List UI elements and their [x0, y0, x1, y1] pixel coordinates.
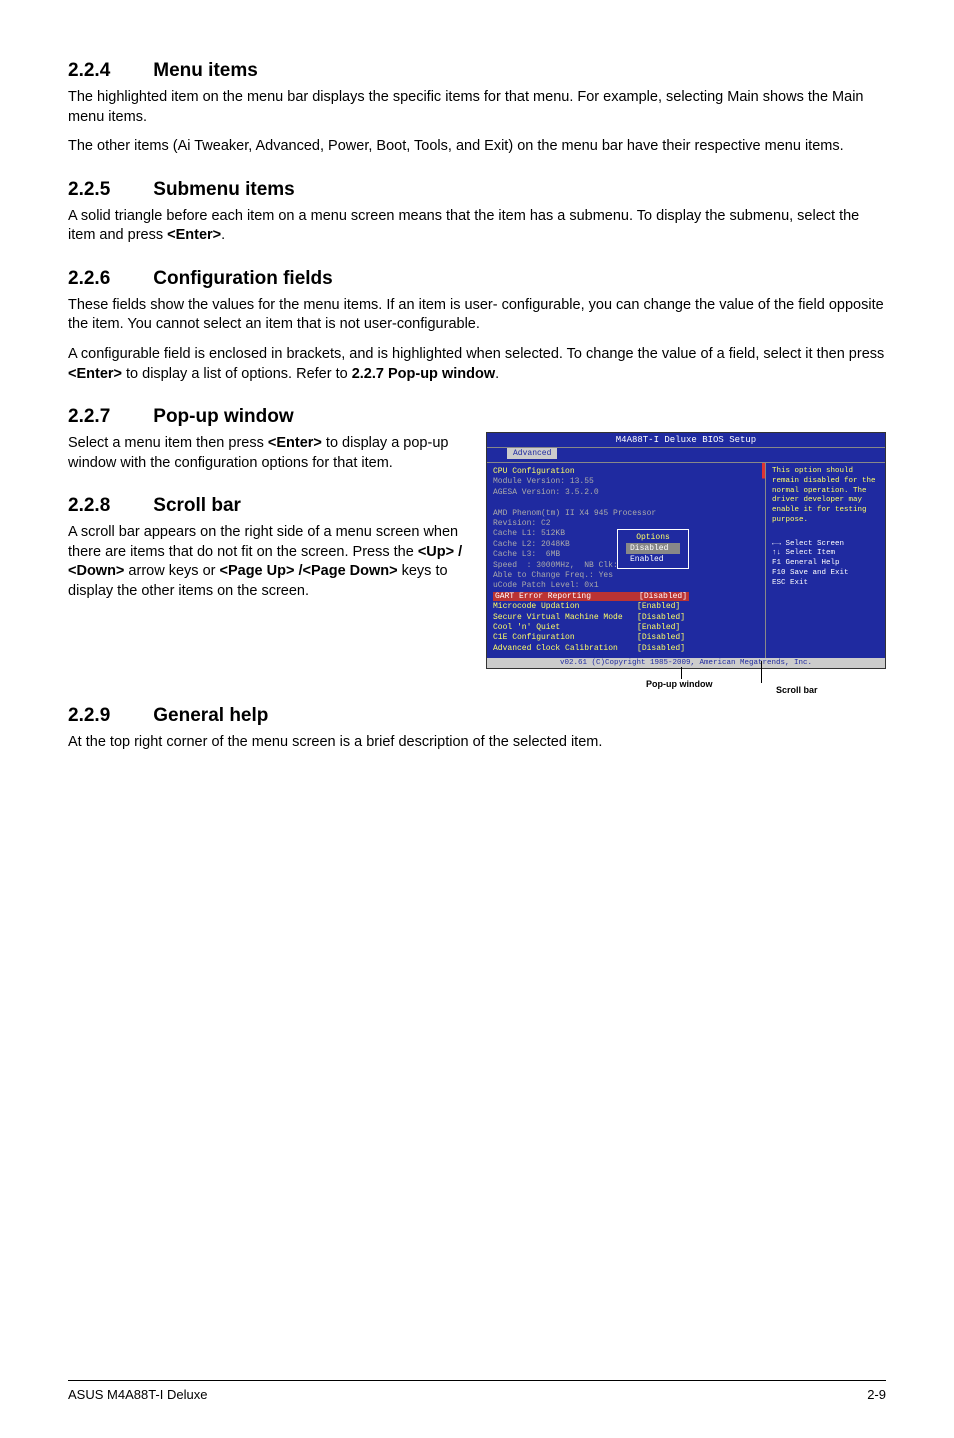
section-title: Submenu items: [153, 179, 294, 200]
col-right: M4A88T-I Deluxe BIOS Setup Advanced CPU …: [486, 406, 886, 705]
bios-option-line: Cool 'n' Quiet [Enabled]: [493, 623, 759, 633]
bios-info-line: AGESA Version: 3.5.2.0: [493, 488, 759, 498]
cross-ref: 2.2.7 Pop-up window: [352, 366, 495, 382]
bios-scrollbar: [762, 463, 765, 658]
bios-info-line: uCode Patch Level: 0x1: [493, 581, 759, 591]
bios-option-line: Advanced Clock Calibration [Disabled]: [493, 644, 759, 654]
bios-nav-help: ←→ Select Screen ↑↓ Select Item F1 Gener…: [772, 540, 879, 589]
key-enter: <Enter>: [68, 366, 122, 382]
section-number: 2.2.9: [68, 705, 148, 727]
section-number: 2.2.5: [68, 179, 148, 201]
bios-screenshot: M4A88T-I Deluxe BIOS Setup Advanced CPU …: [486, 432, 886, 669]
key-pageupdown: <Page Up> /<Page Down>: [220, 563, 398, 579]
section-number: 2.2.7: [68, 406, 148, 428]
heading: 2.2.6 Configuration fields: [68, 268, 886, 290]
section-title: General help: [153, 705, 268, 726]
bios-tabs: Advanced: [487, 448, 885, 462]
col-left: 2.2.7 Pop-up window Select a menu item t…: [68, 406, 464, 623]
bios-main-panel: CPU Configuration Module Version: 13.55A…: [487, 463, 765, 658]
bios-popup-option: Enabled: [626, 554, 680, 565]
section-title: Pop-up window: [153, 406, 293, 427]
bios-option-line: Secure Virtual Machine Mode [Disabled]: [493, 613, 759, 623]
text: to display a list of options. Refer to: [122, 366, 352, 382]
bios-popup-title: Options: [626, 532, 680, 543]
heading: 2.2.4 Menu items: [68, 60, 886, 82]
section-menu-items: 2.2.4 Menu items The highlighted item on…: [68, 60, 886, 157]
bios-side-panel: This option should remain disabled for t…: [765, 463, 885, 658]
footer-right: 2-9: [867, 1387, 886, 1402]
section-number: 2.2.8: [68, 495, 148, 517]
bios-nav-line: F10 Save and Exit: [772, 569, 879, 579]
callout-line: [761, 661, 762, 683]
heading: 2.2.7 Pop-up window: [68, 406, 464, 428]
section-scroll-bar: 2.2.8 Scroll bar A scroll bar appears on…: [68, 495, 464, 601]
bios-popup: Options Disabled Enabled: [617, 529, 689, 569]
section-general-help: 2.2.9 General help At the top right corn…: [68, 705, 886, 753]
bios-footer: v02.61 (C)Copyright 1985-2009, American …: [487, 658, 885, 668]
bios-info-line: [493, 498, 759, 508]
bios-tab-advanced: Advanced: [507, 448, 557, 459]
paragraph: A solid triangle before each item on a m…: [68, 207, 886, 246]
bios-info-line: Revision: C2: [493, 519, 759, 529]
bios-option-line: C1E Configuration [Disabled]: [493, 633, 759, 643]
bios-info-line: AMD Phenom(tm) II X4 945 Processor: [493, 509, 759, 519]
bios-nav-line: ←→ Select Screen: [772, 540, 879, 550]
text: A scroll bar appears on the right side o…: [68, 524, 458, 560]
paragraph: Select a menu item then press <Enter> to…: [68, 434, 464, 473]
paragraph: At the top right corner of the menu scre…: [68, 733, 886, 753]
key-enter: <Enter>: [268, 435, 322, 451]
heading: 2.2.9 General help: [68, 705, 886, 727]
key-enter: <Enter>: [167, 227, 221, 243]
text: Select a menu item then press: [68, 435, 268, 451]
bios-nav-line: F1 General Help: [772, 559, 879, 569]
paragraph: A configurable field is enclosed in brac…: [68, 345, 886, 384]
text: .: [221, 227, 225, 243]
bios-option-lines: Microcode Updation [Enabled]Secure Virtu…: [493, 602, 759, 654]
section-submenu-items: 2.2.5 Submenu items A solid triangle bef…: [68, 179, 886, 246]
row-popup-scrollbar: 2.2.7 Pop-up window Select a menu item t…: [68, 406, 886, 705]
callout-popup-label: Pop-up window: [646, 679, 713, 689]
paragraph: A scroll bar appears on the right side o…: [68, 523, 464, 601]
section-configuration-fields: 2.2.6 Configuration fields These fields …: [68, 268, 886, 384]
heading: 2.2.5 Submenu items: [68, 179, 886, 201]
bios-body: CPU Configuration Module Version: 13.55A…: [487, 462, 885, 658]
bios-popup-option-selected: Disabled: [626, 543, 680, 554]
bios-section-header: CPU Configuration: [493, 467, 759, 477]
section-title: Menu items: [153, 60, 258, 81]
bios-title: M4A88T-I Deluxe BIOS Setup: [487, 433, 885, 448]
bios-nav-line: ↑↓ Select Item: [772, 549, 879, 559]
paragraph: The highlighted item on the menu bar dis…: [68, 88, 886, 127]
heading: 2.2.8 Scroll bar: [68, 495, 464, 517]
bios-info-line: Able to Change Freq.: Yes: [493, 571, 759, 581]
section-title: Scroll bar: [153, 495, 241, 516]
paragraph: The other items (Ai Tweaker, Advanced, P…: [68, 137, 886, 157]
paragraph: These fields show the values for the men…: [68, 296, 886, 335]
section-number: 2.2.4: [68, 60, 148, 82]
bios-option-line: Microcode Updation [Enabled]: [493, 602, 759, 612]
text: arrow keys or: [124, 563, 219, 579]
page-footer: ASUS M4A88T-I Deluxe 2-9: [68, 1380, 886, 1402]
bios-selected-row: GART Error Reporting [Disabled]: [493, 592, 759, 602]
footer-left: ASUS M4A88T-I Deluxe: [68, 1387, 207, 1402]
section-title: Configuration fields: [153, 268, 332, 289]
callout-scroll-label: Scroll bar: [776, 685, 818, 695]
text: .: [495, 366, 499, 382]
bios-info-line: Module Version: 13.55: [493, 477, 759, 487]
bios-callouts: Pop-up window Scroll bar: [486, 675, 886, 705]
bios-nav-line: ESC Exit: [772, 579, 879, 589]
section-number: 2.2.6: [68, 268, 148, 290]
text: A configurable field is enclosed in brac…: [68, 346, 884, 362]
bios-highlight-text: GART Error Reporting [Disabled]: [493, 592, 689, 601]
callout-line: [681, 667, 682, 679]
bios-help-text: This option should remain disabled for t…: [772, 467, 879, 526]
section-popup-window: 2.2.7 Pop-up window Select a menu item t…: [68, 406, 464, 473]
